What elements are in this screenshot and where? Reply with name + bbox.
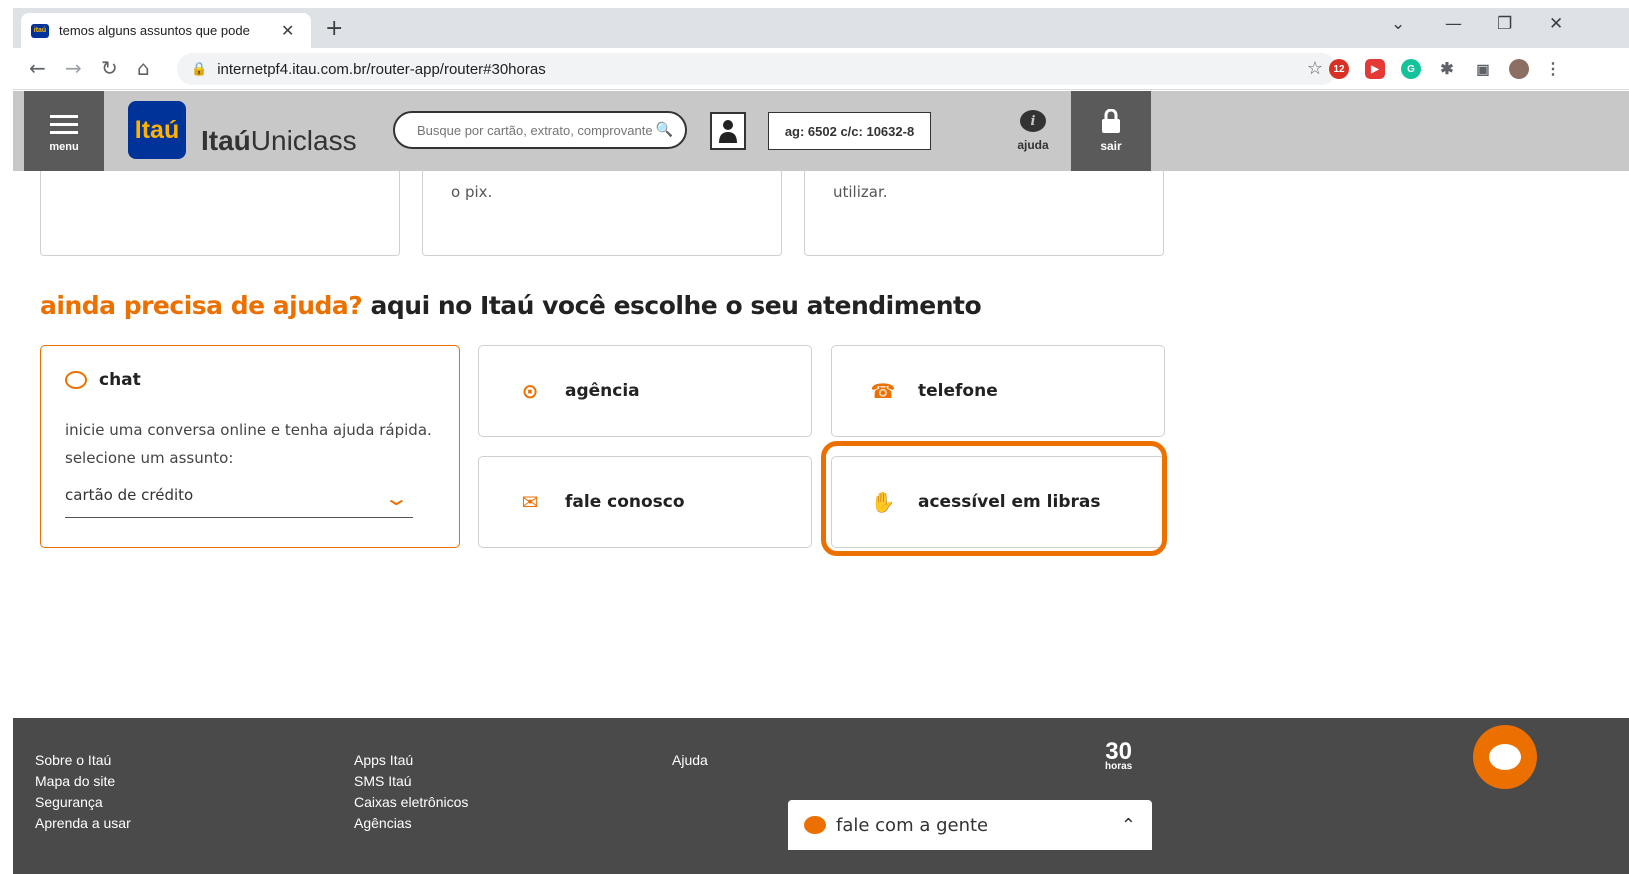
chat-heading: chat xyxy=(65,370,435,390)
site-search[interactable]: 🔍 xyxy=(393,111,687,149)
url-text: internetpf4.itau.com.br/router-app/route… xyxy=(217,60,546,78)
footer-link[interactable]: Mapa do site xyxy=(35,771,131,792)
highlight-outline xyxy=(821,441,1167,556)
itau-favicon-icon: itaú xyxy=(31,23,49,38)
talk-label: fale com a gente xyxy=(836,814,989,836)
chat-desc-line: selecione um assunto: xyxy=(65,449,234,467)
chat-bubble-icon xyxy=(65,371,87,389)
forward-arrow-icon[interactable]: → xyxy=(65,56,82,80)
footer-link[interactable]: Caixas eletrônicos xyxy=(354,792,468,813)
chat-subject-value: cartão de crédito xyxy=(65,486,194,504)
option-label: fale conosco xyxy=(565,492,685,512)
option-telefone[interactable]: ☎ telefone xyxy=(831,345,1165,437)
section-title-highlight: ainda precisa de ajuda? xyxy=(40,291,363,320)
site-footer: Sobre o Itaú Mapa do site Segurança Apre… xyxy=(13,718,1629,874)
hamburger-icon xyxy=(50,110,78,139)
section-title: ainda precisa de ajuda? aqui no Itaú voc… xyxy=(40,291,982,320)
address-bar[interactable]: 🔒 internetpf4.itau.com.br/router-app/rou… xyxy=(177,53,1337,85)
reload-icon[interactable]: ↻ xyxy=(101,56,118,80)
new-tab-icon[interactable]: + xyxy=(325,16,343,41)
footer-column: Ajuda xyxy=(672,750,708,771)
close-window-icon[interactable]: ✕ xyxy=(1549,14,1563,34)
tab-strip: itaú temos alguns assuntos que pode ✕ + … xyxy=(13,8,1629,48)
search-icon[interactable]: 🔍 xyxy=(656,122,673,138)
telephone-icon: ☎ xyxy=(870,379,896,403)
chat-floating-button[interactable] xyxy=(1473,725,1537,789)
30-horas-badge: 30 horas xyxy=(1105,740,1133,772)
footer-column: Sobre o Itaú Mapa do site Segurança Apre… xyxy=(35,750,131,834)
badge-word: horas xyxy=(1105,761,1133,772)
tab-search-chevron-icon[interactable]: ⌄ xyxy=(1391,14,1405,34)
option-agencia[interactable]: ⊙ agência xyxy=(478,345,812,437)
chat-title: chat xyxy=(99,370,141,390)
brand-light: Uniclass xyxy=(250,125,357,156)
footer-link[interactable]: Segurança xyxy=(35,792,131,813)
menu-label: menu xyxy=(49,140,79,153)
site-header: menu Itaú ItaúUniclass 🔍 ag: 6502 c/c: 1… xyxy=(13,91,1629,171)
browser-tab[interactable]: itaú temos alguns assuntos que pode ✕ xyxy=(21,13,311,48)
location-pin-icon: ⊙ xyxy=(521,379,539,403)
footer-link[interactable]: Agências xyxy=(354,813,468,834)
chat-subject-select[interactable]: cartão de crédito ⌄ xyxy=(65,486,413,518)
itau-logo[interactable]: Itaú xyxy=(128,101,186,159)
topic-card[interactable]: utilizar. xyxy=(804,171,1164,256)
user-icon xyxy=(719,120,737,143)
envelope-icon: ✉ xyxy=(521,490,539,514)
topic-card-text: utilizar. xyxy=(833,183,888,201)
tab-title: temos alguns assuntos que pode xyxy=(59,23,250,38)
puzzle-extensions-icon[interactable]: ✱ xyxy=(1437,59,1457,79)
chevron-up-icon[interactable]: ⌃ xyxy=(1121,815,1136,836)
option-fale-conosco[interactable]: ✉ fale conosco xyxy=(478,456,812,548)
minimize-icon[interactable]: — xyxy=(1445,14,1462,34)
chat-bubble-icon xyxy=(804,816,826,834)
topic-card-text: o pix. xyxy=(451,183,493,201)
footer-link[interactable]: Ajuda xyxy=(672,750,708,771)
chat-description: inicie uma conversa online e tenha ajuda… xyxy=(65,416,435,472)
reading-list-icon[interactable]: ▣ xyxy=(1473,59,1493,79)
home-icon[interactable]: ⌂ xyxy=(137,56,150,80)
bookmark-star-icon[interactable]: ☆ xyxy=(1307,58,1323,79)
chat-desc-line: inicie uma conversa online e tenha ajuda… xyxy=(65,421,432,439)
search-input[interactable] xyxy=(417,122,656,138)
help-chat-icon: i xyxy=(1020,110,1046,132)
brand-bold: Itaú xyxy=(201,125,251,156)
footer-link[interactable]: Sobre o Itaú xyxy=(35,750,131,771)
chevron-down-icon: ⌄ xyxy=(383,486,411,510)
exit-label: sair xyxy=(1100,139,1122,153)
talk-to-us-bar[interactable]: fale com a gente ⌃ xyxy=(788,800,1152,850)
brand-name: ItaúUniclass xyxy=(201,125,357,157)
restore-icon[interactable]: ❐ xyxy=(1497,14,1512,34)
youtube-extension-icon[interactable]: ▶ xyxy=(1365,59,1385,79)
lock-icon: 🔒 xyxy=(191,61,208,77)
help-label: ajuda xyxy=(1017,138,1049,152)
footer-link[interactable]: Apps Itaú xyxy=(354,750,468,771)
browser-menu-icon[interactable]: ⋮ xyxy=(1543,59,1563,79)
chat-card: chat inicie uma conversa online e tenha … xyxy=(40,345,460,548)
footer-link[interactable]: Aprenda a usar xyxy=(35,813,131,834)
section-title-rest: aqui no Itaú você escolhe o seu atendime… xyxy=(362,291,982,320)
profile-avatar[interactable] xyxy=(1509,59,1529,79)
exit-button[interactable]: sair xyxy=(1071,91,1151,171)
topic-card[interactable]: o pix. xyxy=(422,171,782,256)
help-button[interactable]: i ajuda xyxy=(1003,101,1063,161)
extension-badge-icon[interactable]: 12 xyxy=(1329,59,1349,79)
topic-card[interactable] xyxy=(40,171,400,256)
back-arrow-icon[interactable]: ← xyxy=(29,56,46,80)
padlock-icon xyxy=(1102,109,1120,133)
option-label: agência xyxy=(565,381,640,401)
browser-window: itaú temos alguns assuntos que pode ✕ + … xyxy=(13,8,1629,874)
tab-close-icon[interactable]: ✕ xyxy=(281,21,294,40)
chat-fab-icon xyxy=(1489,744,1521,770)
account-info: ag: 6502 c/c: 10632-8 xyxy=(768,112,931,150)
browser-toolbar: ← → ↻ ⌂ 🔒 internetpf4.itau.com.br/router… xyxy=(13,48,1629,90)
user-button[interactable] xyxy=(710,112,746,150)
footer-column: Apps Itaú SMS Itaú Caixas eletrônicos Ag… xyxy=(354,750,468,834)
grammarly-extension-icon[interactable]: G xyxy=(1401,59,1421,79)
menu-button[interactable]: menu xyxy=(24,91,104,171)
footer-link[interactable]: SMS Itaú xyxy=(354,771,468,792)
option-label: telefone xyxy=(918,381,998,401)
